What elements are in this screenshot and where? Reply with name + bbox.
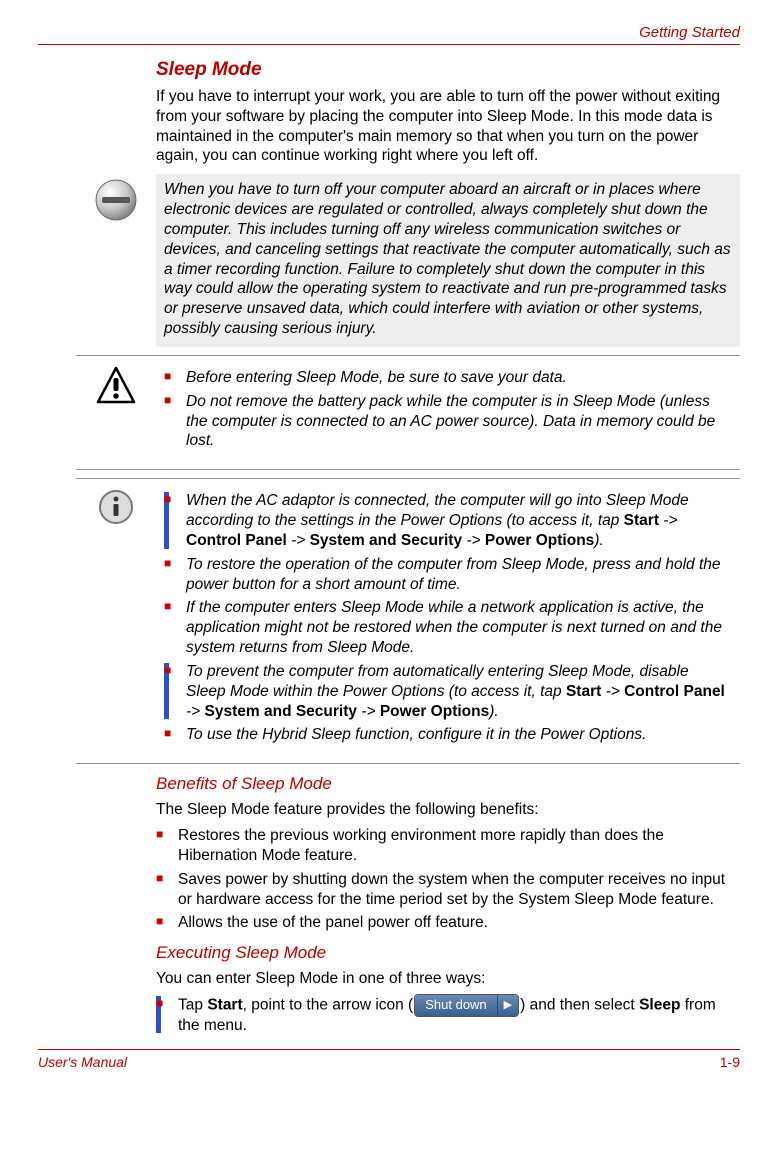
- note-callout-aircraft: When you have to turn off your computer …: [76, 174, 740, 347]
- caution-icon: [96, 366, 136, 406]
- shutdown-arrow-icon: ▶: [497, 995, 518, 1016]
- page-content: Sleep Mode If you have to interrupt your…: [156, 59, 740, 1035]
- benefit-item: Saves power by shutting down the system …: [156, 870, 740, 910]
- info-item: To restore the operation of the computer…: [164, 555, 732, 595]
- caution-callout: Before entering Sleep Mode, be sure to s…: [76, 355, 740, 470]
- benefits-heading: Benefits of Sleep Mode: [156, 774, 740, 794]
- header-section-name: Getting Started: [639, 24, 740, 41]
- info-item: If the computer enters Sleep Mode while …: [164, 598, 732, 657]
- info-text: When the AC adaptor is connected, the co…: [156, 485, 740, 757]
- info-icon-col: [76, 485, 156, 525]
- info-item: To use the Hybrid Sleep function, config…: [164, 725, 732, 745]
- caution-item: Do not remove the battery pack while the…: [164, 392, 732, 451]
- executing-heading: Executing Sleep Mode: [156, 943, 740, 963]
- caution-item: Before entering Sleep Mode, be sure to s…: [164, 368, 732, 388]
- caution-list: Before entering Sleep Mode, be sure to s…: [164, 368, 732, 451]
- caution-text: Before entering Sleep Mode, be sure to s…: [156, 362, 740, 463]
- executing-list: Tap Start, point to the arrow icon (Shut…: [156, 995, 740, 1035]
- sleep-mode-intro: If you have to interrupt your work, you …: [156, 87, 740, 166]
- executing-intro: You can enter Sleep Mode in one of three…: [156, 969, 740, 989]
- note-icon: [76, 174, 156, 222]
- info-list: When the AC adaptor is connected, the co…: [164, 491, 732, 745]
- footer-manual-name: User's Manual: [38, 1054, 127, 1070]
- benefits-list: Restores the previous working environmen…: [156, 826, 740, 933]
- info-icon: [98, 489, 134, 525]
- info-item: To prevent the computer from automatical…: [164, 662, 732, 721]
- benefit-item: Restores the previous working environmen…: [156, 826, 740, 866]
- executing-item: Tap Start, point to the arrow icon (Shut…: [156, 995, 740, 1035]
- disc-icon: [94, 178, 138, 222]
- page-header: Getting Started: [38, 24, 740, 45]
- note-text: When you have to turn off your computer …: [156, 174, 740, 347]
- page-footer: User's Manual 1-9: [38, 1049, 740, 1070]
- footer-page-number: 1-9: [720, 1054, 740, 1070]
- shutdown-label: Shut down: [415, 995, 496, 1016]
- sleep-mode-heading: Sleep Mode: [156, 59, 740, 81]
- page: Getting Started Sleep Mode If you have t…: [0, 0, 778, 1090]
- shutdown-button-graphic: Shut down▶: [415, 995, 518, 1016]
- info-callout: When the AC adaptor is connected, the co…: [76, 478, 740, 764]
- caution-icon-col: [76, 362, 156, 406]
- benefits-intro: The Sleep Mode feature provides the foll…: [156, 800, 740, 820]
- benefit-item: Allows the use of the panel power off fe…: [156, 913, 740, 933]
- info-item: When the AC adaptor is connected, the co…: [164, 491, 732, 550]
